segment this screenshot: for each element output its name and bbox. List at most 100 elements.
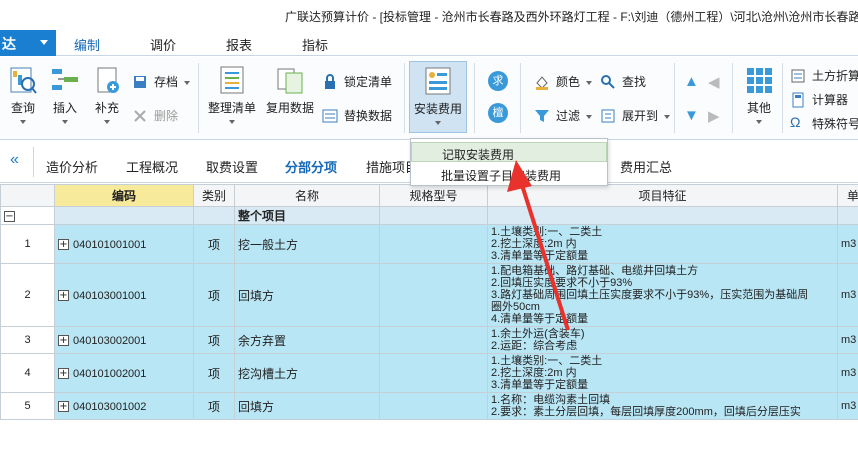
feature-cell[interactable]: 1.配电箱基础、路灯基础、电缆井回填土方 2.回填压实度要求不小于93% 3.路灯基… bbox=[487, 263, 838, 327]
save-button[interactable]: 存档 bbox=[132, 73, 191, 91]
name-cell[interactable]: 回填方 bbox=[234, 263, 380, 327]
item-code: 040103002001 bbox=[73, 335, 147, 347]
replace-data-button[interactable]: 替换数据 bbox=[322, 107, 392, 125]
ask-button[interactable]: 求 bbox=[488, 71, 508, 91]
code-cell[interactable]: +040103001001 bbox=[54, 263, 194, 327]
ribbon-divider bbox=[474, 63, 475, 133]
arrow-down-icon[interactable]: ▼ bbox=[684, 107, 699, 124]
feature-cell[interactable]: 1.土壤类别:一、二类土 2.挖土深度:2m 内 3.清单量等于定额量 bbox=[487, 224, 838, 264]
spec-cell[interactable] bbox=[379, 392, 488, 420]
table-row[interactable]: 3 +040103002001 项余方弃置 1.余土外运(含装车) 2.运距：综合考虑 m… bbox=[0, 326, 858, 354]
unit-cell[interactable]: m3 bbox=[837, 353, 858, 393]
app-menu-button[interactable]: 达 bbox=[0, 30, 56, 56]
save-icon bbox=[132, 74, 148, 90]
unit-cell[interactable]: m3 bbox=[837, 326, 858, 354]
app-menu-label: 达 bbox=[2, 36, 16, 52]
title-bar: 广联达预算计价 - [投标管理 - 沧州市长春路及西外环路灯工程 - F:\刘迪… bbox=[0, 0, 858, 30]
header-type[interactable]: 类别 bbox=[193, 184, 235, 207]
expand-icon[interactable]: + bbox=[58, 335, 69, 347]
tab-sub-items[interactable]: 分部分项 bbox=[280, 157, 342, 186]
group-row[interactable]: − 整个项目 bbox=[0, 206, 858, 225]
lock-list-button[interactable]: 锁定清单 bbox=[322, 73, 392, 91]
expand-icon[interactable]: + bbox=[58, 290, 69, 302]
tab-fee-settings[interactable]: 取费设置 bbox=[206, 157, 258, 176]
arrow-left-icon[interactable]: ◀ bbox=[708, 73, 720, 91]
expand-icon[interactable]: + bbox=[58, 401, 69, 413]
ask2-button[interactable]: 檀 bbox=[488, 103, 508, 123]
expand-icon[interactable]: + bbox=[58, 368, 69, 380]
organize-list-button[interactable]: 整理清单 bbox=[206, 61, 258, 133]
spec-cell[interactable] bbox=[379, 326, 488, 354]
arrow-up-icon[interactable]: ▲ bbox=[684, 73, 699, 90]
find-button[interactable]: 查找 bbox=[600, 73, 646, 91]
table-row[interactable]: 2 +040103001001 项回填方 1.配电箱基础、路灯基础、电缆井回填土方 2.… bbox=[0, 263, 858, 327]
query-icon bbox=[8, 65, 38, 95]
code-cell[interactable]: +040101002001 bbox=[54, 353, 194, 393]
batch-set-install-fee-item[interactable]: 批量设置子目安装费用 bbox=[411, 164, 607, 184]
color-button[interactable]: 颜色 bbox=[534, 73, 593, 91]
collapse-icon[interactable]: − bbox=[4, 210, 15, 222]
row-number-cell: 5 bbox=[0, 392, 55, 420]
name-cell[interactable]: 挖一般土方 bbox=[234, 224, 380, 264]
tab-cost-analysis[interactable]: 造价分析 bbox=[46, 157, 98, 176]
code-cell[interactable]: +040103001002 bbox=[54, 392, 194, 420]
header-unit[interactable]: 单位 bbox=[837, 184, 858, 207]
other-button[interactable]: 其他 bbox=[740, 61, 778, 133]
header-spec[interactable]: 规格型号 bbox=[379, 184, 488, 207]
header-name[interactable]: 名称 bbox=[234, 184, 380, 207]
tab-report[interactable]: 报表 bbox=[226, 35, 252, 54]
item-code: 040103001001 bbox=[73, 290, 147, 302]
type-cell[interactable]: 项 bbox=[193, 326, 235, 354]
ribbon-divider bbox=[520, 63, 521, 133]
insert-button[interactable]: 插入 bbox=[46, 61, 84, 133]
arrow-right-icon[interactable]: ▶ bbox=[708, 107, 720, 125]
feature-cell[interactable]: 1.余土外运(含装车) 2.运距：综合考虑 bbox=[487, 326, 838, 354]
table-row[interactable]: 4 +040101002001 项挖沟槽土方 1.土壤类别:一、二类土 2.挖土深度:2… bbox=[0, 353, 858, 393]
name-cell[interactable]: 余方弃置 bbox=[234, 326, 380, 354]
feature-cell[interactable]: 1.名称：电缆沟素土回填 2.要求：素土分层回填，每层回填厚度200mm，回填后分… bbox=[487, 392, 838, 420]
window-title: 广联达预算计价 - [投标管理 - 沧州市长春路及西外环路灯工程 - F:\刘迪… bbox=[285, 10, 858, 24]
delete-button[interactable]: 删除 bbox=[132, 107, 178, 125]
type-cell[interactable]: 项 bbox=[193, 392, 235, 420]
name-cell[interactable]: 回填方 bbox=[234, 392, 380, 420]
unit-cell[interactable]: m3 bbox=[837, 392, 858, 420]
earthwork-conversion-button[interactable]: 土方折算 bbox=[790, 67, 858, 85]
unit-cell[interactable]: m3 bbox=[837, 224, 858, 264]
tab-fee-summary[interactable]: 费用汇总 bbox=[620, 157, 672, 176]
group-feature-cell bbox=[487, 206, 838, 225]
supplement-button[interactable]: 补充 bbox=[88, 61, 126, 133]
unit-cell[interactable]: m3 bbox=[837, 263, 858, 327]
spec-cell[interactable] bbox=[379, 263, 488, 327]
special-symbol-button[interactable]: Ω 特殊符号 bbox=[790, 114, 858, 133]
collapse-panel-icon[interactable]: « bbox=[10, 151, 19, 169]
expand-to-button[interactable]: 展开到 bbox=[600, 107, 671, 125]
code-cell[interactable]: +040101001001 bbox=[54, 224, 194, 264]
header-code[interactable]: 编码 bbox=[54, 184, 194, 207]
supplement-label: 补充 bbox=[94, 101, 119, 115]
spec-cell[interactable] bbox=[379, 353, 488, 393]
install-fee-button[interactable]: 安装费用 bbox=[409, 61, 467, 133]
type-cell[interactable]: 项 bbox=[193, 353, 235, 393]
reuse-data-button[interactable]: 复用数据 bbox=[264, 61, 316, 133]
type-cell[interactable]: 项 bbox=[193, 263, 235, 327]
table-row[interactable]: 5 +040103001002 项回填方 1.名称：电缆沟素土回填 2.要求：素土分层回… bbox=[0, 392, 858, 420]
tab-edit[interactable]: 编制 bbox=[65, 35, 109, 60]
spec-cell[interactable] bbox=[379, 224, 488, 264]
feature-cell[interactable]: 1.土壤类别:一、二类土 2.挖土深度:2m 内 3.清单量等于定额量 bbox=[487, 353, 838, 393]
filter-button[interactable]: 过滤 bbox=[534, 107, 593, 125]
record-install-fee-item[interactable]: 记取安装费用 bbox=[411, 142, 607, 162]
query-button[interactable]: 查询 bbox=[4, 61, 42, 133]
group-toggle-cell[interactable]: − bbox=[0, 206, 55, 225]
tab-project-overview[interactable]: 工程概况 bbox=[126, 157, 178, 176]
header-feature[interactable]: 项目特征 bbox=[487, 184, 838, 207]
tab-adjust-price[interactable]: 调价 bbox=[150, 35, 176, 54]
header-corner bbox=[0, 184, 55, 207]
name-cell[interactable]: 挖沟槽土方 bbox=[234, 353, 380, 393]
feature-line: 1.余土外运(含装车) bbox=[491, 328, 585, 340]
calculator-button[interactable]: 计算器 bbox=[790, 91, 848, 109]
code-cell[interactable]: +040103002001 bbox=[54, 326, 194, 354]
table-row[interactable]: 1 +040101001001 项挖一般土方 1.土壤类别:一、二类土 2.挖土深度:2… bbox=[0, 224, 858, 264]
type-cell[interactable]: 项 bbox=[193, 224, 235, 264]
expand-icon[interactable]: + bbox=[58, 239, 69, 251]
tab-indicators[interactable]: 指标 bbox=[302, 35, 328, 54]
